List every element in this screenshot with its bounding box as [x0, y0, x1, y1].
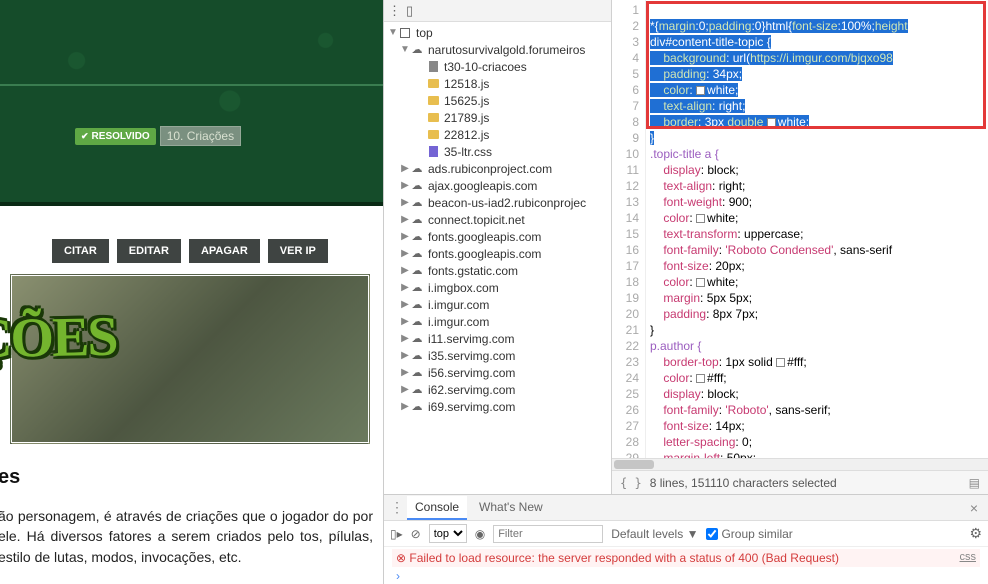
page-header: RESOLVIDO 10. Criações — [0, 0, 383, 206]
context-select[interactable]: top — [429, 524, 467, 543]
tree-cloud[interactable]: ▶☁ajax.googleapis.com — [384, 177, 611, 194]
code-editor[interactable]: 1234567891011121314151617181920212223242… — [612, 0, 988, 494]
eye-icon[interactable]: ▯▸ — [390, 527, 403, 541]
tree-cloud[interactable]: ▶☁i.imgur.com — [384, 313, 611, 330]
drawer-tabs: ⋮ Console What's New × — [384, 495, 988, 521]
error-source-link[interactable]: css — [960, 551, 977, 563]
gear-icon[interactable]: ⚙ — [969, 525, 982, 542]
tree-top[interactable]: ▼top — [384, 24, 611, 41]
tab-console[interactable]: Console — [407, 496, 467, 520]
tree-cloud[interactable]: ▶☁i.imgur.com — [384, 296, 611, 313]
console-drawer: ⋮ Console What's New × ▯▸ ⊘ top ◉ Defaul… — [384, 494, 988, 584]
group-similar-toggle[interactable]: Group similar — [706, 525, 792, 543]
braces-icon[interactable]: { } — [620, 476, 642, 490]
verip-button[interactable]: VER IP — [268, 239, 328, 263]
article-body: es ão personagem, é através de criações … — [0, 463, 373, 567]
levels-select[interactable]: Default levels ▼ — [611, 527, 698, 541]
tree-file[interactable]: 22812.js — [384, 126, 611, 143]
sources-file-tree[interactable]: ⋮ ▯ ▼top ▼☁narutosurvivalgold.forumeiros… — [384, 0, 612, 494]
filter-input[interactable] — [493, 525, 603, 543]
tree-cloud[interactable]: ▶☁i62.servimg.com — [384, 381, 611, 398]
console-error[interactable]: ⊗ Failed to load resource: the server re… — [392, 549, 980, 567]
console-output[interactable]: ⊗ Failed to load resource: the server re… — [384, 547, 988, 584]
article-paragraph: ão personagem, é através de criações que… — [0, 506, 373, 567]
post-action-row: CITAR EDITAR APAGAR VER IP — [52, 239, 328, 263]
webpage-panel: RESOLVIDO 10. Criações CITAR EDITAR APAG… — [0, 0, 383, 584]
editar-button[interactable]: EDITAR — [117, 239, 181, 263]
article-heading: es — [0, 463, 373, 492]
code-content[interactable]: *{margin:0;padding:0}html{font-size:100%… — [646, 0, 988, 458]
banner-text: ÇÕES — [0, 305, 117, 372]
tree-file[interactable]: 35-ltr.css — [384, 143, 611, 160]
eye-off-icon[interactable]: ◉ — [475, 527, 485, 541]
editor-status-bar: { } 8 lines, 151110 characters selected … — [612, 470, 988, 494]
citar-button[interactable]: CITAR — [52, 239, 109, 263]
clear-icon[interactable]: ⊘ — [411, 527, 421, 541]
code-hscroll[interactable] — [612, 458, 988, 470]
console-prompt[interactable]: › — [392, 567, 980, 584]
line-gutter: 1234567891011121314151617181920212223242… — [612, 0, 646, 458]
tree-file[interactable]: 12518.js — [384, 75, 611, 92]
tree-cloud[interactable]: ▶☁beacon-us-iad2.rubiconprojec — [384, 194, 611, 211]
kebab-icon[interactable]: ⋮ — [390, 499, 403, 516]
coverage-icon[interactable]: ▤ — [969, 476, 980, 490]
tree-file[interactable]: 21789.js — [384, 109, 611, 126]
tree-cloud[interactable]: ▶☁connect.topicit.net — [384, 211, 611, 228]
close-icon[interactable]: × — [966, 500, 982, 516]
tree-cloud[interactable]: ▶☁i69.servimg.com — [384, 398, 611, 415]
resolved-badge: RESOLVIDO — [75, 128, 156, 145]
tree-cloud[interactable]: ▶☁fonts.googleapis.com — [384, 245, 611, 262]
tree-cloud[interactable]: ▶☁ads.rubiconproject.com — [384, 160, 611, 177]
tree-cloud[interactable]: ▶☁i35.servimg.com — [384, 347, 611, 364]
kebab-icon[interactable]: ⋮ — [388, 3, 400, 19]
tree-cloud[interactable]: ▶☁i11.servimg.com — [384, 330, 611, 347]
console-toolbar: ▯▸ ⊘ top ◉ Default levels ▼ Group simila… — [384, 521, 988, 547]
tree-domain[interactable]: ▼☁narutosurvivalgold.forumeiros — [384, 41, 611, 58]
tree-cloud[interactable]: ▶☁i56.servimg.com — [384, 364, 611, 381]
tab-whatsnew[interactable]: What's New — [471, 496, 551, 520]
tree-cloud[interactable]: ▶☁fonts.gstatic.com — [384, 262, 611, 279]
selection-status: 8 lines, 151110 characters selected — [650, 476, 837, 490]
tree-cloud[interactable]: ▶☁fonts.googleapis.com — [384, 228, 611, 245]
apagar-button[interactable]: APAGAR — [189, 239, 260, 263]
tree-file[interactable]: 15625.js — [384, 92, 611, 109]
devtools-panel: ⋮ ▯ ▼top ▼☁narutosurvivalgold.forumeiros… — [383, 0, 988, 584]
tree-toolbar: ⋮ ▯ — [384, 0, 611, 22]
tree-file[interactable]: t30-10-criacoes — [384, 58, 611, 75]
sidebar-icon[interactable]: ▯ — [406, 3, 413, 19]
topic-title-bar: RESOLVIDO 10. Criações — [75, 126, 241, 146]
topic-title[interactable]: 10. Criações — [160, 126, 241, 146]
tree-cloud[interactable]: ▶☁i.imgbox.com — [384, 279, 611, 296]
